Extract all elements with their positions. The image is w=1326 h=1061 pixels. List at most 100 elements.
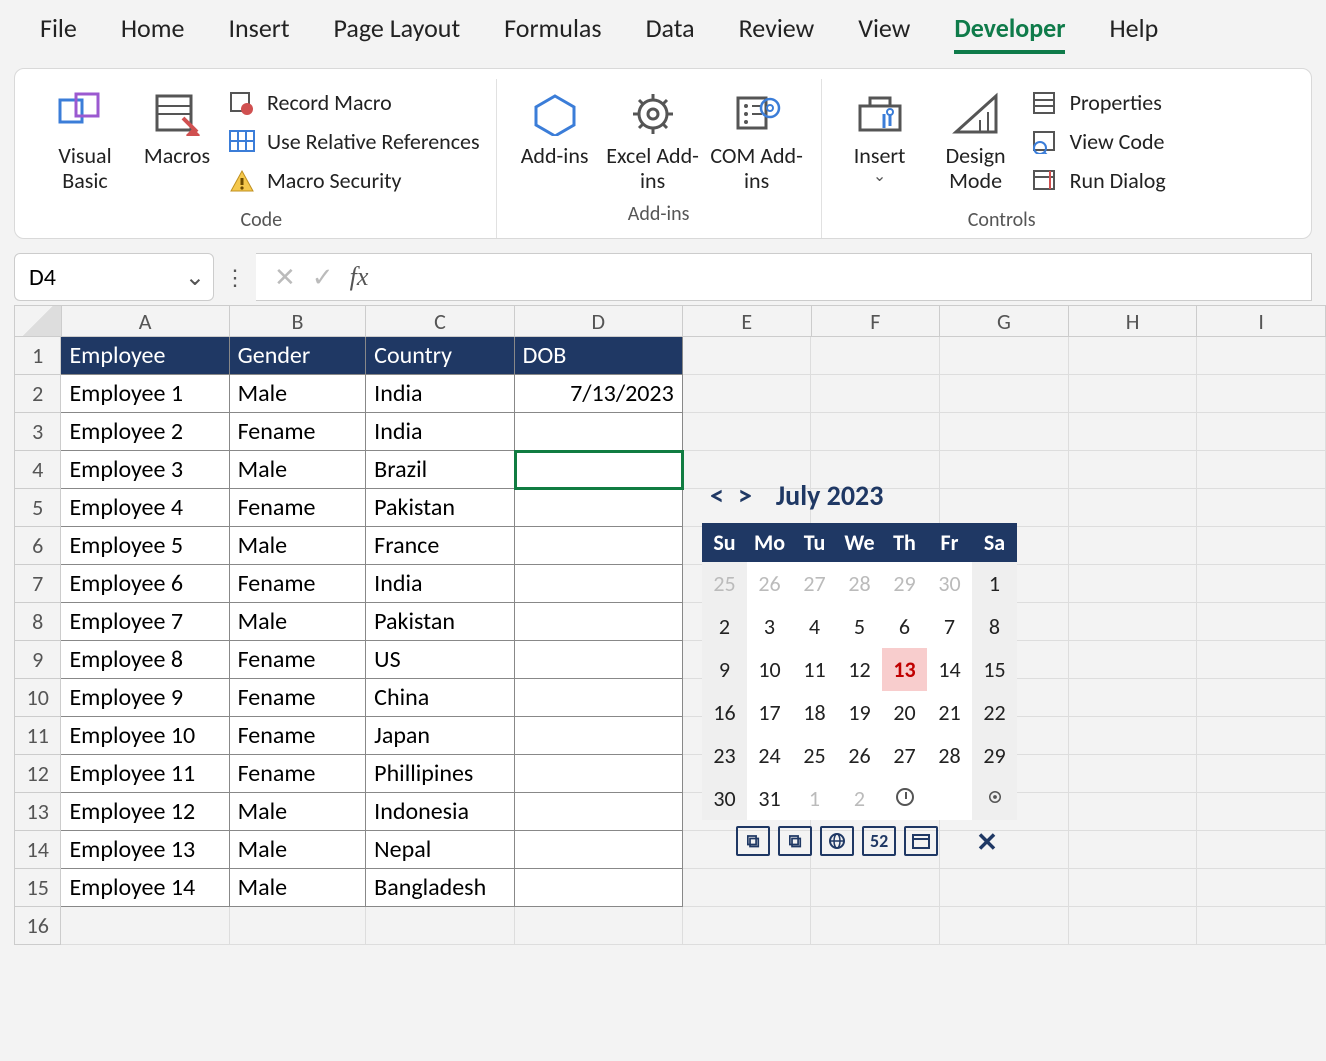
cell-D12[interactable] bbox=[515, 755, 683, 793]
row-header-7[interactable]: 7 bbox=[14, 565, 61, 603]
cell-H3[interactable] bbox=[1069, 413, 1198, 451]
cell-D7[interactable] bbox=[515, 565, 683, 603]
calendar-day-29[interactable]: 29 bbox=[882, 562, 927, 605]
tab-data[interactable]: Data bbox=[646, 12, 695, 54]
calendar-day-3[interactable]: 3 bbox=[747, 605, 792, 648]
design-mode-button[interactable]: Design Mode bbox=[926, 79, 1026, 194]
macro-security-button[interactable]: Macro Security bbox=[223, 161, 484, 200]
cell-H13[interactable] bbox=[1069, 793, 1198, 831]
tab-page-layout[interactable]: Page Layout bbox=[334, 12, 461, 54]
select-all-corner[interactable] bbox=[14, 305, 62, 337]
calendar-day-30[interactable]: 30 bbox=[927, 562, 972, 605]
cell-D8[interactable] bbox=[515, 603, 683, 641]
cell-H10[interactable] bbox=[1069, 679, 1198, 717]
cell-C4[interactable]: Brazil bbox=[366, 451, 514, 489]
column-header-C[interactable]: C bbox=[366, 305, 514, 337]
cell-C3[interactable]: India bbox=[366, 413, 514, 451]
cell-H5[interactable] bbox=[1069, 489, 1198, 527]
cell-B3[interactable]: Fename bbox=[230, 413, 367, 451]
row-header-16[interactable]: 16 bbox=[14, 907, 61, 945]
cell-G3[interactable] bbox=[940, 413, 1069, 451]
calendar-day-28[interactable]: 28 bbox=[837, 562, 882, 605]
cell-I7[interactable] bbox=[1197, 565, 1326, 603]
cell-C5[interactable]: Pakistan bbox=[366, 489, 514, 527]
cell-H6[interactable] bbox=[1069, 527, 1198, 565]
cell-I16[interactable] bbox=[1197, 907, 1326, 945]
calendar-day-15[interactable]: 15 bbox=[972, 648, 1017, 691]
cell-B13[interactable]: Male bbox=[230, 793, 367, 831]
addins-button[interactable]: Add-ins bbox=[509, 79, 601, 168]
cell-C9[interactable]: US bbox=[366, 641, 514, 679]
calendar-prev-button[interactable]: < bbox=[710, 478, 724, 513]
calendar-tool-globe[interactable] bbox=[820, 826, 854, 856]
cell-B2[interactable]: Male bbox=[230, 375, 367, 413]
cell-A11[interactable]: Employee 10 bbox=[61, 717, 229, 755]
tab-file[interactable]: File bbox=[40, 12, 77, 54]
calendar-day-13[interactable]: 13 bbox=[882, 648, 927, 691]
column-header-A[interactable]: A bbox=[62, 305, 230, 337]
cell-B14[interactable]: Male bbox=[230, 831, 367, 869]
column-header-I[interactable]: I bbox=[1197, 305, 1326, 337]
cell-I10[interactable] bbox=[1197, 679, 1326, 717]
cell-I12[interactable] bbox=[1197, 755, 1326, 793]
calendar-day-30[interactable]: 30 bbox=[702, 777, 747, 820]
cell-C6[interactable]: France bbox=[366, 527, 514, 565]
cell-I2[interactable] bbox=[1197, 375, 1326, 413]
cell-H9[interactable] bbox=[1069, 641, 1198, 679]
calendar-day-18[interactable]: 18 bbox=[792, 691, 837, 734]
column-header-D[interactable]: D bbox=[515, 305, 683, 337]
tab-review[interactable]: Review bbox=[739, 12, 815, 54]
cell-B15[interactable]: Male bbox=[230, 869, 367, 907]
visual-basic-button[interactable]: Visual Basic bbox=[39, 79, 131, 194]
cell-C10[interactable]: China bbox=[366, 679, 514, 717]
calendar-tool-week[interactable]: 52 bbox=[862, 826, 896, 856]
cell-I3[interactable] bbox=[1197, 413, 1326, 451]
cell-B4[interactable]: Male bbox=[230, 451, 367, 489]
cell-I14[interactable] bbox=[1197, 831, 1326, 869]
cell-F3[interactable] bbox=[811, 413, 940, 451]
cell-B11[interactable]: Fename bbox=[230, 717, 367, 755]
cell-A12[interactable]: Employee 11 bbox=[61, 755, 229, 793]
cell-H2[interactable] bbox=[1069, 375, 1198, 413]
cell-I4[interactable] bbox=[1197, 451, 1326, 489]
cell-D13[interactable] bbox=[515, 793, 683, 831]
calendar-day-27[interactable]: 27 bbox=[792, 562, 837, 605]
calendar-day-28[interactable]: 28 bbox=[927, 734, 972, 777]
cell-E3[interactable] bbox=[683, 413, 812, 451]
calendar-day-17[interactable]: 17 bbox=[747, 691, 792, 734]
cell-C14[interactable]: Nepal bbox=[366, 831, 514, 869]
cell-C8[interactable]: Pakistan bbox=[366, 603, 514, 641]
run-dialog-button[interactable]: Run Dialog bbox=[1026, 161, 1170, 200]
column-header-G[interactable]: G bbox=[940, 305, 1069, 337]
cell-C2[interactable]: India bbox=[366, 375, 514, 413]
column-header-E[interactable]: E bbox=[683, 305, 812, 337]
calendar-day-4[interactable]: 4 bbox=[792, 605, 837, 648]
macros-button[interactable]: Macros bbox=[131, 79, 223, 168]
row-header-15[interactable]: 15 bbox=[14, 869, 61, 907]
cell-A7[interactable]: Employee 6 bbox=[61, 565, 229, 603]
cell-H8[interactable] bbox=[1069, 603, 1198, 641]
insert-control-button[interactable]: Insert ⌄ bbox=[834, 79, 926, 187]
cell-D10[interactable] bbox=[515, 679, 683, 717]
calendar-day-1[interactable]: 1 bbox=[972, 562, 1017, 605]
cell-A16[interactable] bbox=[61, 907, 229, 945]
row-header-12[interactable]: 12 bbox=[14, 755, 61, 793]
calendar-day-11[interactable]: 11 bbox=[792, 648, 837, 691]
tab-developer[interactable]: Developer bbox=[954, 12, 1065, 54]
cell-A4[interactable]: Employee 3 bbox=[61, 451, 229, 489]
view-code-button[interactable]: View Code bbox=[1026, 122, 1170, 161]
cell-B7[interactable]: Fename bbox=[230, 565, 367, 603]
cell-A3[interactable]: Employee 2 bbox=[61, 413, 229, 451]
cell-I9[interactable] bbox=[1197, 641, 1326, 679]
cell-H7[interactable] bbox=[1069, 565, 1198, 603]
cell-F15[interactable] bbox=[811, 869, 940, 907]
calendar-next-button[interactable]: > bbox=[738, 478, 752, 513]
calendar-day-9[interactable]: 9 bbox=[702, 648, 747, 691]
calendar-day-16[interactable]: 16 bbox=[702, 691, 747, 734]
cell-B9[interactable]: Fename bbox=[230, 641, 367, 679]
cell-A9[interactable]: Employee 8 bbox=[61, 641, 229, 679]
row-header-10[interactable]: 10 bbox=[14, 679, 61, 717]
cell-C12[interactable]: Phillipines bbox=[366, 755, 514, 793]
cell-I13[interactable] bbox=[1197, 793, 1326, 831]
calendar-tool-window1[interactable]: ⧉ bbox=[736, 826, 770, 856]
